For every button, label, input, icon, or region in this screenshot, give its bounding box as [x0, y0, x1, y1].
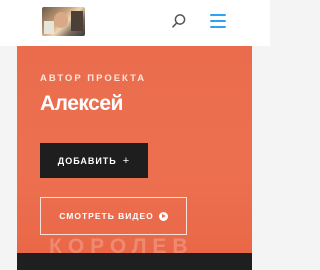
add-button-label: ДОБАВИТЬ [57, 155, 117, 166]
plus-icon: + [122, 154, 131, 167]
hero-section: АВТОР ПРОЕКТА Алексей ДОБАВИТЬ + СМОТРЕТ… [17, 46, 252, 270]
author-label: АВТОР ПРОЕКТА [40, 73, 147, 84]
logo-image[interactable] [42, 7, 85, 36]
play-icon [158, 211, 168, 221]
logo-paper-shape [44, 21, 54, 34]
search-icon [172, 14, 186, 28]
site-header [0, 0, 270, 46]
logo-face-shape [54, 12, 68, 28]
watch-video-label: СМОТРЕТЬ ВИДЕО [59, 211, 154, 221]
add-button[interactable]: ДОБАВИТЬ + [40, 143, 148, 178]
menu-line [210, 14, 226, 16]
logo-dark-shape [71, 11, 83, 31]
menu-line [210, 26, 226, 28]
watch-video-button[interactable]: СМОТРЕТЬ ВИДЕО [40, 197, 187, 235]
search-button[interactable] [171, 13, 187, 29]
menu-line [210, 20, 226, 22]
author-name: Алексей [40, 92, 123, 115]
dark-footer-strip [17, 253, 252, 270]
hamburger-menu-button[interactable] [210, 14, 226, 28]
